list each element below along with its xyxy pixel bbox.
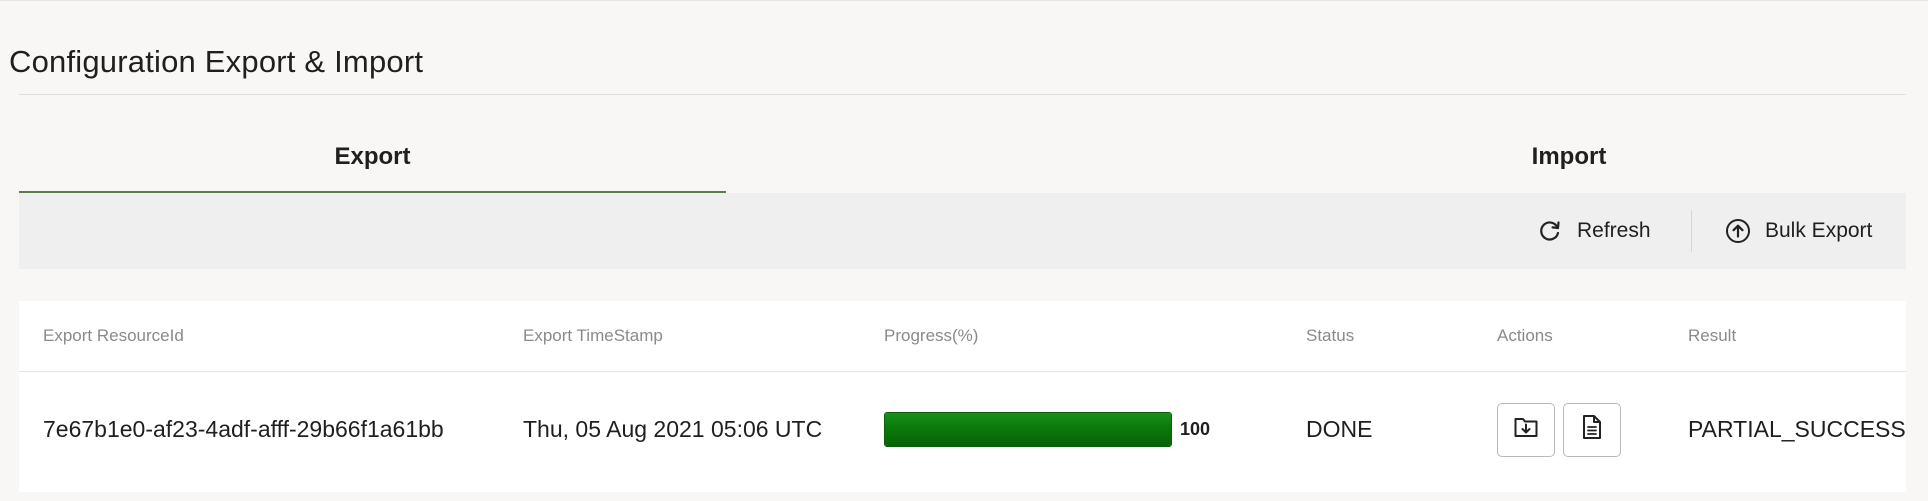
column-header-status: Status (1306, 326, 1355, 345)
tab-bar: Export Import (19, 120, 1906, 195)
toolbar: Refresh Bulk Export (19, 193, 1906, 269)
bulk-export-label: Bulk Export (1765, 219, 1873, 242)
refresh-button[interactable]: Refresh (1537, 193, 1651, 269)
export-table: Export ResourceId Export TimeStamp Progr… (19, 301, 1906, 492)
upload-circle-icon (1725, 218, 1751, 244)
tab-export-label: Export (334, 142, 411, 170)
toolbar-divider (1691, 210, 1692, 252)
column-header-result: Result (1688, 326, 1737, 345)
refresh-icon (1537, 218, 1563, 244)
timestamp-cell: Thu, 05 Aug 2021 05:06 UTC (523, 416, 823, 442)
download-export-button[interactable] (1497, 402, 1555, 457)
bulk-export-button[interactable]: Bulk Export (1725, 193, 1872, 269)
top-divider (0, 0, 1928, 1)
column-header-progress: Progress(%) (884, 326, 979, 345)
column-header-resource-id: Export ResourceId (43, 326, 184, 345)
column-header-actions: Actions (1497, 326, 1553, 345)
refresh-label: Refresh (1577, 219, 1651, 242)
download-file-icon (1512, 413, 1540, 447)
document-icon (1578, 413, 1606, 447)
progress-value: 100 (1180, 419, 1211, 439)
progress-bar-fill (885, 413, 1171, 446)
tab-import[interactable]: Import (1212, 120, 1926, 193)
view-report-button[interactable] (1563, 402, 1621, 457)
resource-id-cell: 7e67b1e0-af23-4adf-afff-29b66f1a61bb (43, 416, 444, 442)
result-cell: PARTIAL_SUCCESS (1688, 416, 1906, 442)
page-title: Configuration Export & Import (9, 44, 424, 79)
progress-bar (884, 412, 1172, 447)
tab-export[interactable]: Export (19, 120, 726, 193)
progress-cell: 100 (884, 372, 1210, 487)
column-header-timestamp: Export TimeStamp (523, 326, 663, 345)
title-divider (19, 94, 1906, 95)
actions-cell (1497, 372, 1629, 487)
tab-import-label: Import (1531, 142, 1607, 170)
status-cell: DONE (1306, 416, 1373, 442)
